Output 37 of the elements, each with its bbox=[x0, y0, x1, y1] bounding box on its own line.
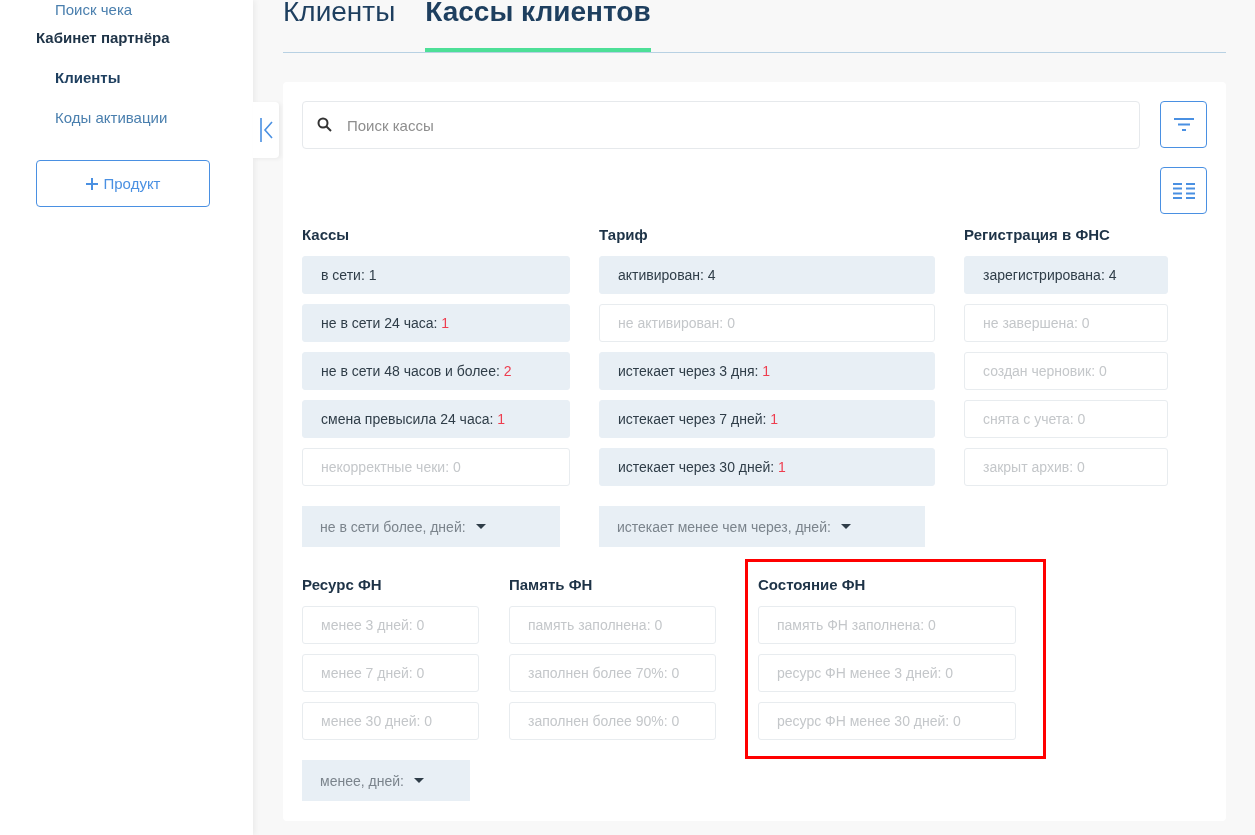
sidebar-item[interactable]: Коды активации bbox=[36, 108, 253, 148]
days-dropdown[interactable]: истекает менее чем через, дней: bbox=[599, 506, 925, 547]
filter-chip[interactable]: истекает через 7 дней: 1 bbox=[599, 400, 935, 438]
filter-chip[interactable]: в сети: 1 bbox=[302, 256, 570, 294]
tab[interactable]: Кассы клиентов bbox=[425, 0, 651, 52]
filter-chip[interactable]: смена превысила 24 часа: 1 bbox=[302, 400, 570, 438]
sidebar-item[interactable]: Клиенты bbox=[36, 68, 253, 108]
caret-icon bbox=[840, 524, 851, 529]
days-dropdown[interactable]: не в сети более, дней: bbox=[302, 506, 560, 547]
group-title: Регистрация в ФНС bbox=[964, 225, 1111, 245]
tab[interactable]: Клиенты bbox=[283, 0, 396, 52]
filter-icon bbox=[1173, 118, 1194, 131]
collapse-icon bbox=[259, 117, 273, 143]
filter-chip[interactable]: активирован: 4 bbox=[599, 256, 935, 294]
group-title: Состояние ФН bbox=[758, 575, 867, 595]
sidebar-section-title: Кабинет партнёра bbox=[36, 28, 171, 48]
add-product-button[interactable]: Продукт bbox=[36, 160, 210, 207]
filter-button[interactable] bbox=[1160, 101, 1207, 148]
columns-button[interactable] bbox=[1160, 167, 1207, 214]
collapse-sidebar-button[interactable] bbox=[253, 102, 279, 158]
search-field[interactable]: Поиск кассы bbox=[302, 101, 1140, 149]
filter-chip[interactable]: истекает через 30 дней: 1 bbox=[599, 448, 935, 486]
plus-icon bbox=[85, 177, 98, 190]
group-title: Ресурс ФН bbox=[302, 575, 383, 595]
filter-chip[interactable]: не в сети 24 часа: 1 bbox=[302, 304, 570, 342]
caret-icon bbox=[475, 524, 486, 529]
group-title: Память ФН bbox=[509, 575, 594, 595]
sidebar-item[interactable]: Поиск чека bbox=[36, 0, 253, 28]
filter-chip[interactable]: зарегистрирована: 4 bbox=[964, 256, 1168, 294]
filter-chip[interactable]: истекает через 3 дня: 1 bbox=[599, 352, 935, 390]
group-title: Тариф bbox=[599, 225, 649, 245]
caret-icon bbox=[413, 778, 424, 783]
list-columns-icon bbox=[1172, 182, 1195, 199]
search-icon bbox=[317, 117, 332, 132]
days-dropdown[interactable]: менее, дней: bbox=[302, 760, 470, 801]
group-title: Кассы bbox=[302, 225, 351, 245]
filter-chip[interactable]: не в сети 48 часов и более: 2 bbox=[302, 352, 570, 390]
